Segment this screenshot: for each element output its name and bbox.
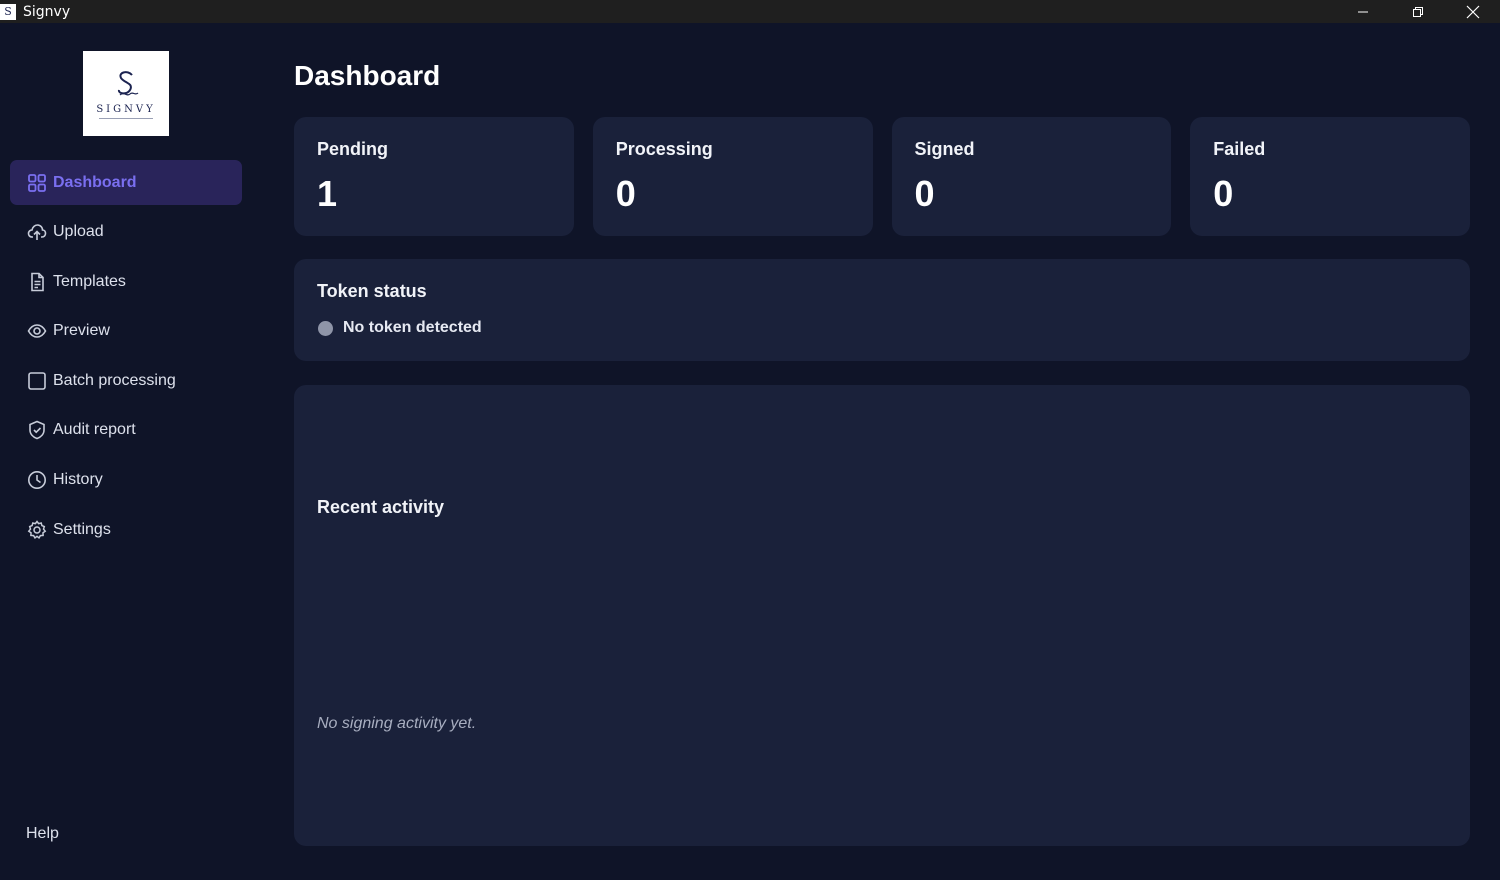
grid-icon (27, 173, 47, 193)
document-icon (27, 272, 47, 292)
recent-activity-empty-state: No signing activity yet. (317, 715, 477, 732)
gear-icon (27, 519, 47, 540)
logo-wordmark: SIGNVY (96, 103, 156, 115)
restore-button[interactable] (1390, 0, 1445, 23)
stat-card-processing: Processing 0 (592, 117, 873, 236)
clock-icon (27, 470, 47, 490)
sidebar-item-label: Batch processing (53, 371, 176, 389)
token-status-title: Token status (317, 281, 427, 301)
sidebar: SIGNVY Dashboard Upload Templates Previe… (0, 23, 265, 880)
minimize-icon (1357, 11, 1368, 12)
stat-value: 0 (914, 173, 935, 214)
sidebar-nav: Dashboard Upload Templates Preview Batch… (10, 160, 242, 557)
stat-card-pending: Pending 1 (294, 117, 574, 236)
stat-value: 0 (615, 173, 636, 214)
stat-value: 1 (317, 173, 338, 214)
eye-icon (27, 321, 47, 341)
sidebar-item-label: Upload (53, 223, 104, 241)
sidebar-item-audit-report[interactable]: Audit report (10, 408, 242, 453)
app-logo: SIGNVY (83, 51, 169, 136)
stat-card-failed: Failed 0 (1190, 117, 1470, 236)
sidebar-item-batch-processing[interactable]: Batch processing (10, 358, 242, 403)
signature-s-logo-icon (117, 70, 139, 95)
stat-label: Failed (1213, 139, 1266, 159)
stat-card-signed: Signed 0 (891, 117, 1172, 236)
sidebar-item-label: Audit report (53, 421, 136, 439)
stat-value: 0 (1213, 173, 1234, 214)
shield-check-icon (27, 420, 47, 440)
sidebar-item-upload[interactable]: Upload (10, 210, 242, 255)
sidebar-item-preview[interactable]: Preview (10, 309, 242, 354)
close-icon (1466, 5, 1479, 18)
stats-row: Pending 1 Processing 0 Signed 0 Failed 0 (294, 117, 1470, 236)
recent-activity-title: Recent activity (317, 497, 445, 517)
help-link[interactable]: Help (26, 825, 59, 843)
sidebar-item-label: Preview (53, 322, 110, 340)
token-status-indicator: No token detected (318, 319, 482, 337)
sidebar-item-settings[interactable]: Settings (10, 507, 242, 552)
sidebar-item-templates[interactable]: Templates (10, 259, 242, 304)
logo-tagline-rule (99, 117, 153, 119)
minimize-button[interactable] (1335, 0, 1390, 23)
sidebar-item-dashboard[interactable]: Dashboard (10, 160, 242, 205)
sidebar-item-label: Dashboard (53, 173, 137, 191)
stat-label: Processing (615, 139, 713, 159)
close-button[interactable] (1445, 0, 1500, 23)
stat-label: Pending (317, 139, 388, 159)
sidebar-item-history[interactable]: History (10, 458, 242, 503)
title-bar: S Signvy (0, 0, 1500, 23)
token-status-text: No token detected (343, 319, 482, 336)
square-icon (27, 371, 47, 391)
main-content: Dashboard Pending 1 Processing 0 Signed … (294, 23, 1470, 880)
window-controls (1335, 0, 1500, 23)
cloud-upload-icon (27, 222, 47, 242)
app-icon: S (0, 3, 16, 20)
stat-label: Signed (914, 139, 975, 159)
window-title: Signvy (23, 3, 71, 20)
token-status-card: Token status No token detected (294, 259, 1470, 361)
sidebar-item-label: History (53, 471, 103, 489)
sidebar-item-label: Settings (53, 520, 111, 538)
recent-activity-card: Recent activity No signing activity yet. (294, 385, 1470, 846)
status-dot-icon (318, 320, 333, 336)
sidebar-item-label: Templates (53, 272, 126, 290)
restore-icon (1412, 6, 1423, 17)
page-title: Dashboard (294, 60, 441, 91)
